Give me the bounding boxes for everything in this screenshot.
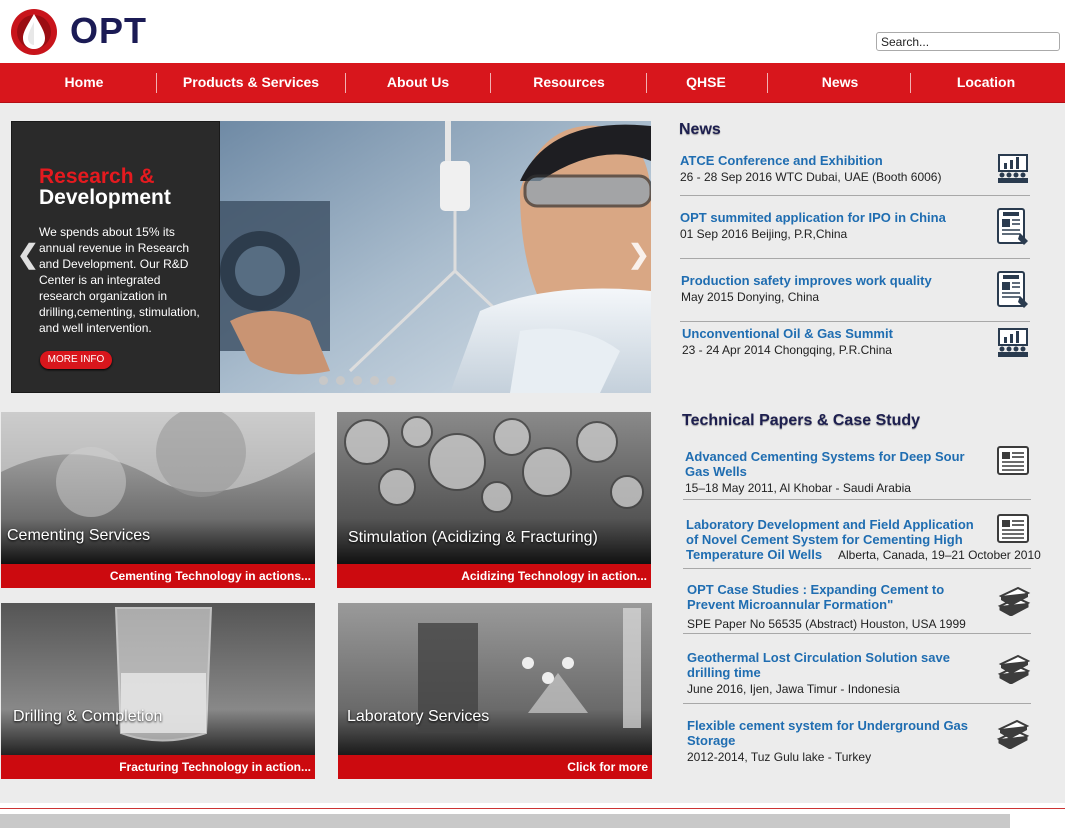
paper-item-meta: June 2016, Ijen, Jawa Timur - Indonesia [687,682,900,696]
paper-item[interactable]: Geothermal Lost Circulation Solution sav… [687,650,987,697]
divider [683,568,1031,569]
news-item[interactable]: OPT summited application for IPO in Chin… [680,210,1030,242]
search-input[interactable] [876,32,1060,51]
slider-dot[interactable] [336,376,345,385]
tile-label: Laboratory Services [347,708,490,725]
slider-dot[interactable] [387,376,396,385]
slider-dot[interactable] [319,376,328,385]
slider-dot[interactable] [353,376,362,385]
conference-icon [998,328,1028,357]
nav-separator [646,73,647,93]
news-tablet-icon [997,208,1028,245]
paper-item-title[interactable]: OPT Case Studies : Expanding Cement to P… [687,582,987,612]
document-icon [997,514,1029,543]
news-item-meta: May 2015 Donying, China [681,290,820,304]
paper-item-meta: 2012-2014, Tuz Gulu lake - Turkey [687,750,872,764]
slider-dot[interactable] [370,376,379,385]
books-icon [997,654,1031,684]
slide-description: We spends about 15% its annual revenue i… [39,225,200,335]
main-nav: Home Products & Services About Us Resour… [0,63,1065,103]
paper-item-meta: 15–18 May 2011, Al Khobar - Saudi Arabia [685,481,911,495]
nav-home[interactable]: Home [34,63,134,102]
footer-divider [0,808,1065,809]
news-item[interactable]: ATCE Conference and Exhibition 26 - 28 S… [680,153,1030,185]
nav-separator [910,73,911,93]
tile-link[interactable]: Cementing Technology in actions... [1,564,315,588]
tile-link[interactable]: Click for more [338,755,652,779]
horizontal-scrollbar[interactable] [0,814,1010,828]
tile-cementing-services[interactable]: Cementing Services Cementing Technology … [1,412,315,588]
divider [680,195,1030,196]
divider [680,258,1030,259]
paper-item-meta: SPE Paper No 56535 (Abstract) Houston, U… [687,617,966,631]
paper-item-meta: Alberta, Canada, 19–21 October 2010 [838,548,1041,562]
site-header: OPT [0,0,1065,63]
tile-stimulation[interactable]: Stimulation (Acidizing & Fracturing) Aci… [337,412,651,588]
conference-icon [998,154,1028,183]
nav-resources[interactable]: Resources [494,63,644,102]
news-tablet-icon [997,271,1028,308]
news-item-title[interactable]: Unconventional Oil & Gas Summit [682,326,1032,341]
slider-next-arrow[interactable]: ❯ [628,239,650,270]
news-item[interactable]: Unconventional Oil & Gas Summit 23 - 24 … [682,326,1032,358]
tile-link[interactable]: Fracturing Technology in action... [1,755,315,779]
nav-products-services[interactable]: Products & Services [160,63,342,102]
nav-location[interactable]: Location [914,63,1058,102]
books-icon [996,719,1030,749]
more-info-button[interactable]: MORE INFO [40,351,112,369]
slider-prev-arrow[interactable]: ❮ [17,239,39,270]
news-item[interactable]: Production safety improves work quality … [681,273,1031,305]
divider [680,321,1030,322]
tile-image [1,603,315,755]
divider [683,633,1031,634]
paper-item-title[interactable]: Advanced Cementing Systems for Deep Sour… [685,449,985,479]
tile-laboratory-services[interactable]: Laboratory Services Click for more [338,603,652,779]
news-item-meta: 01 Sep 2016 Beijing, P.R,China [680,227,848,241]
slider-dots [319,372,404,390]
paper-item-title[interactable]: Geothermal Lost Circulation Solution sav… [687,650,987,680]
news-item-title[interactable]: ATCE Conference and Exhibition [680,153,1030,168]
slide-photo [220,121,651,393]
lab-scientist-image [220,121,651,393]
hero-slider: Research & Development We spends about 1… [11,121,651,393]
news-heading: News [679,121,721,138]
paper-item[interactable]: Advanced Cementing Systems for Deep Sour… [685,449,985,496]
paper-item-title[interactable]: Flexible cement system for Underground G… [687,718,987,748]
tile-label: Stimulation (Acidizing & Fracturing) [348,529,598,546]
books-icon [997,586,1031,616]
papers-heading: Technical Papers & Case Study [682,412,921,429]
news-item-title[interactable]: OPT summited application for IPO in Chin… [680,210,1030,225]
news-item-meta: 26 - 28 Sep 2016 WTC Dubai, UAE (Booth 6… [680,170,942,184]
slide-caption-panel: Research & Development We spends about 1… [11,121,220,393]
opt-logo-icon[interactable] [10,8,58,56]
nav-qhse[interactable]: QHSE [650,63,762,102]
paper-item[interactable]: OPT Case Studies : Expanding Cement to P… [687,582,987,632]
nav-news[interactable]: News [771,63,909,102]
nav-separator [156,73,157,93]
document-icon [997,446,1029,475]
divider [683,703,1031,704]
nav-about-us[interactable]: About Us [350,63,486,102]
slide-title: Development [39,186,171,209]
tile-link[interactable]: Acidizing Technology in action... [337,564,651,588]
divider [683,499,1031,500]
tile-label: Cementing Services [7,527,151,544]
news-item-meta: 23 - 24 Apr 2014 Chongqing, P.R.China [682,343,892,357]
nav-separator [767,73,768,93]
news-item-title[interactable]: Production safety improves work quality [681,273,1031,288]
tile-label: Drilling & Completion [13,708,163,725]
nav-separator [490,73,491,93]
nav-separator [345,73,346,93]
paper-item[interactable]: Flexible cement system for Underground G… [687,718,987,765]
brand-name[interactable]: OPT [70,10,147,52]
tile-drilling-completion[interactable]: Drilling & Completion Fracturing Technol… [1,603,315,779]
tile-image [338,603,652,755]
